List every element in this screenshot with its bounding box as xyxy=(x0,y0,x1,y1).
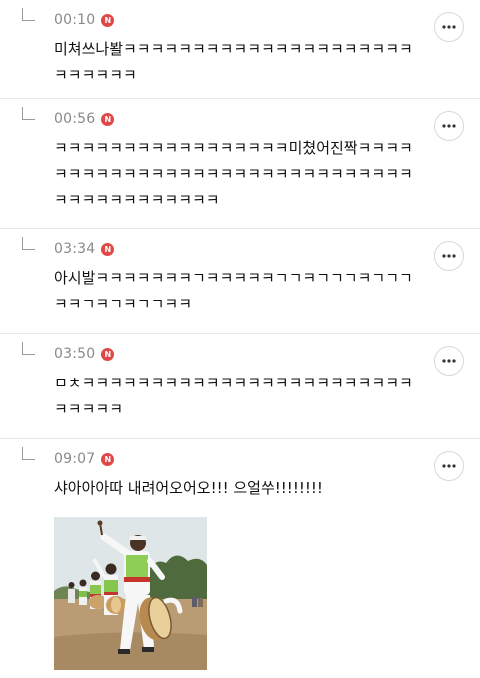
new-badge-icon: N xyxy=(101,13,115,27)
timestamp[interactable]: 00:10 xyxy=(54,12,95,28)
reply-arrow-icon xyxy=(22,447,35,460)
reply-arrow-icon xyxy=(22,8,35,21)
reply-text: ㅁㅊㅋㅋㅋㅋㅋㅋㅋㅋㅋㅋㅋㅋㅋㅋㅋㅋㅋㅋㅋㅋㅋㅋㅋㅋㅋㅋㅋㅋㅋ xyxy=(54,374,413,418)
reply-text: ㅋㅋㅋㅋㅋㅋㅋㅋㅋㅋㅋㅋㅋㅋㅋㅋㅋ미쳤어진짝ㅋㅋㅋㅋㅋㅋㅋㅋㅋㅋㅋㅋㅋㅋㅋㅋㅋㅋ… xyxy=(54,139,413,209)
drum-dance-photo xyxy=(54,517,207,670)
reply-item: 03:34 N 아시발ㅋㅋㅋㅋㅋㅋㅋㄱㅋㅋㅋㅋㅋㄱㄱㅋㄱㄱㄱㅋㄱㄱㄱㅋㅋㄱㅋㄱㅋ… xyxy=(0,229,480,334)
timestamp[interactable]: 09:07 xyxy=(54,451,95,467)
new-badge-icon: N xyxy=(101,452,115,466)
reply-list: 00:10 N 미쳐쓰나봘ㅋㅋㅋㅋㅋㅋㅋㅋㅋㅋㅋㅋㅋㅋㅋㅋㅋㅋㅋㅋㅋㅋㅋㅋㅋㅋㅋ… xyxy=(0,0,480,678)
reply-item: 00:10 N 미쳐쓰나봘ㅋㅋㅋㅋㅋㅋㅋㅋㅋㅋㅋㅋㅋㅋㅋㅋㅋㅋㅋㅋㅋㅋㅋㅋㅋㅋㅋ xyxy=(0,0,480,99)
reply-text: 샤아아아따 내려어오어오!!! 으얼쑤!!!!!!!! xyxy=(54,479,323,497)
more-horizontal-icon xyxy=(442,464,456,468)
timestamp[interactable]: 03:34 xyxy=(54,241,95,257)
more-options-button[interactable] xyxy=(434,346,464,376)
reply-text: 아시발ㅋㅋㅋㅋㅋㅋㅋㄱㅋㅋㅋㅋㅋㄱㄱㅋㄱㄱㄱㅋㄱㄱㄱㅋㅋㄱㅋㄱㅋㄱㄱㅋㅋ xyxy=(54,269,413,313)
reply-item: 03:50 N ㅁㅊㅋㅋㅋㅋㅋㅋㅋㅋㅋㅋㅋㅋㅋㅋㅋㅋㅋㅋㅋㅋㅋㅋㅋㅋㅋㅋㅋㅋㅋ xyxy=(0,334,480,439)
attached-photo[interactable] xyxy=(54,517,207,670)
more-options-button[interactable] xyxy=(434,111,464,141)
new-badge-icon: N xyxy=(101,347,115,361)
reply-arrow-icon xyxy=(22,237,35,250)
reply-meta: 00:10 N xyxy=(54,12,115,28)
reply-arrow-icon xyxy=(22,342,35,355)
reply-item: 00:56 N ㅋㅋㅋㅋㅋㅋㅋㅋㅋㅋㅋㅋㅋㅋㅋㅋㅋ미쳤어진짝ㅋㅋㅋㅋㅋㅋㅋㅋㅋㅋ… xyxy=(0,99,480,229)
reply-meta: 03:50 N xyxy=(54,346,115,362)
more-options-button[interactable] xyxy=(434,241,464,271)
reply-meta: 00:56 N xyxy=(54,111,115,127)
reply-meta: 03:34 N xyxy=(54,241,115,257)
more-options-button[interactable] xyxy=(434,451,464,481)
more-horizontal-icon xyxy=(442,254,456,258)
reply-text: 미쳐쓰나봘ㅋㅋㅋㅋㅋㅋㅋㅋㅋㅋㅋㅋㅋㅋㅋㅋㅋㅋㅋㅋㅋㅋㅋㅋㅋㅋㅋ xyxy=(54,40,413,84)
reply-arrow-icon xyxy=(22,107,35,120)
more-horizontal-icon xyxy=(442,124,456,128)
timestamp[interactable]: 03:50 xyxy=(54,346,95,362)
new-badge-icon: N xyxy=(101,112,115,126)
reply-meta: 09:07 N xyxy=(54,451,115,467)
new-badge-icon: N xyxy=(101,242,115,256)
more-horizontal-icon xyxy=(442,359,456,363)
reply-item: 09:07 N 샤아아아따 내려어오어오!!! 으얼쑤!!!!!!!! xyxy=(0,439,480,678)
more-horizontal-icon xyxy=(442,25,456,29)
more-options-button[interactable] xyxy=(434,12,464,42)
timestamp[interactable]: 00:56 xyxy=(54,111,95,127)
